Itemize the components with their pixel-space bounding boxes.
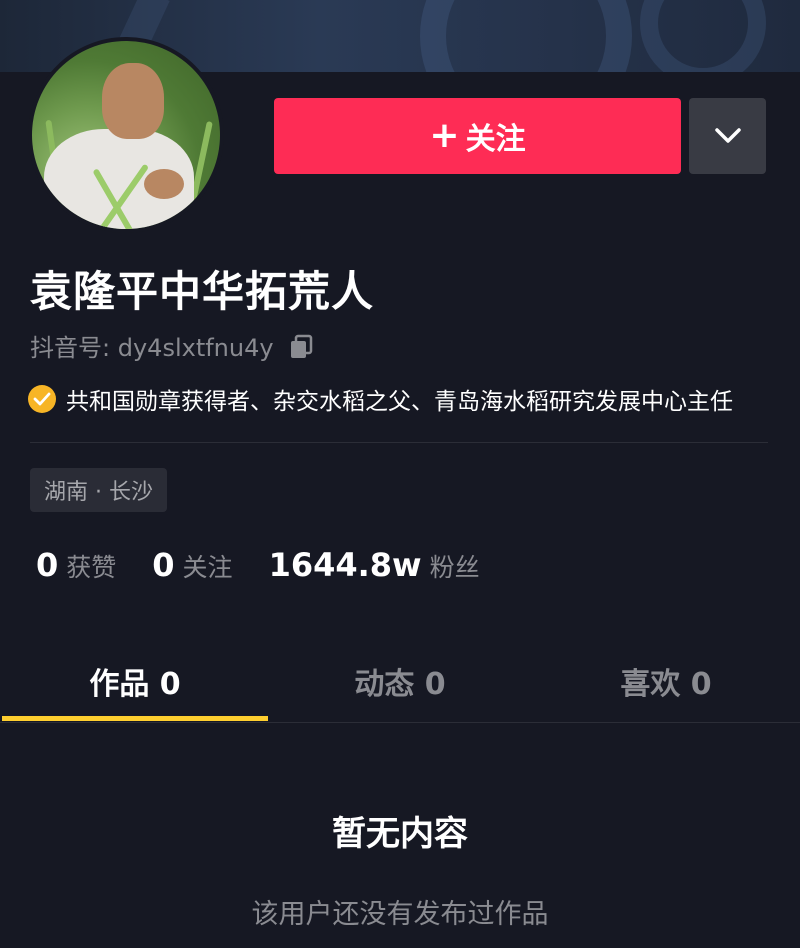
stat-label: 粉丝 bbox=[429, 553, 480, 582]
avatar[interactable] bbox=[28, 37, 224, 233]
cover-decoration bbox=[420, 0, 632, 72]
cover-decoration bbox=[640, 0, 766, 72]
stat-likes[interactable]: 0 获赞 bbox=[36, 546, 116, 584]
follow-button[interactable]: + 关注 bbox=[274, 98, 681, 174]
stat-value: 0 bbox=[36, 546, 59, 584]
verification-text: 共和国勋章获得者、杂交水稻之父、青岛海水稻研究发展中心主任 bbox=[66, 389, 733, 415]
stat-following[interactable]: 0 关注 bbox=[152, 546, 232, 584]
copy-icon[interactable] bbox=[288, 333, 314, 359]
douyin-id-row: 抖音号: dy4slxtfnu4y bbox=[30, 328, 314, 363]
tab-works[interactable]: 作品 0 bbox=[2, 640, 268, 722]
stat-value: 0 bbox=[152, 546, 175, 584]
tab-likes[interactable]: 喜欢 0 bbox=[533, 640, 799, 722]
more-options-button[interactable] bbox=[689, 98, 766, 174]
empty-state-description: 该用户还没有发布过作品 bbox=[251, 899, 549, 930]
verified-badge-icon bbox=[28, 385, 56, 413]
content-tabs: 作品 0 动态 0 喜欢 0 bbox=[0, 640, 800, 723]
tab-activity[interactable]: 动态 0 bbox=[267, 640, 533, 722]
chevron-down-icon bbox=[714, 128, 741, 143]
stat-value: 1644.8w bbox=[268, 546, 422, 584]
empty-state-title: 暂无内容 bbox=[332, 814, 468, 854]
location-tag: 湖南 · 长沙 bbox=[30, 468, 167, 512]
stat-label: 获赞 bbox=[66, 553, 117, 582]
stat-label: 关注 bbox=[182, 553, 233, 582]
plus-icon: + bbox=[429, 115, 460, 156]
active-tab-indicator bbox=[2, 716, 268, 721]
avatar-image bbox=[32, 41, 220, 229]
divider bbox=[30, 442, 768, 443]
douyin-id-value: dy4slxtfnu4y bbox=[117, 334, 274, 362]
profile-name: 袁隆平中华拓荒人 bbox=[30, 267, 375, 316]
follow-button-label: 关注 bbox=[465, 122, 526, 157]
douyin-id-label: 抖音号: bbox=[30, 334, 111, 362]
stat-followers[interactable]: 1644.8w 粉丝 bbox=[269, 546, 480, 584]
verification-row: 共和国勋章获得者、杂交水稻之父、青岛海水稻研究发展中心主任 bbox=[28, 382, 800, 416]
stats-row: 0 获赞 0 关注 1644.8w 粉丝 bbox=[36, 546, 516, 584]
